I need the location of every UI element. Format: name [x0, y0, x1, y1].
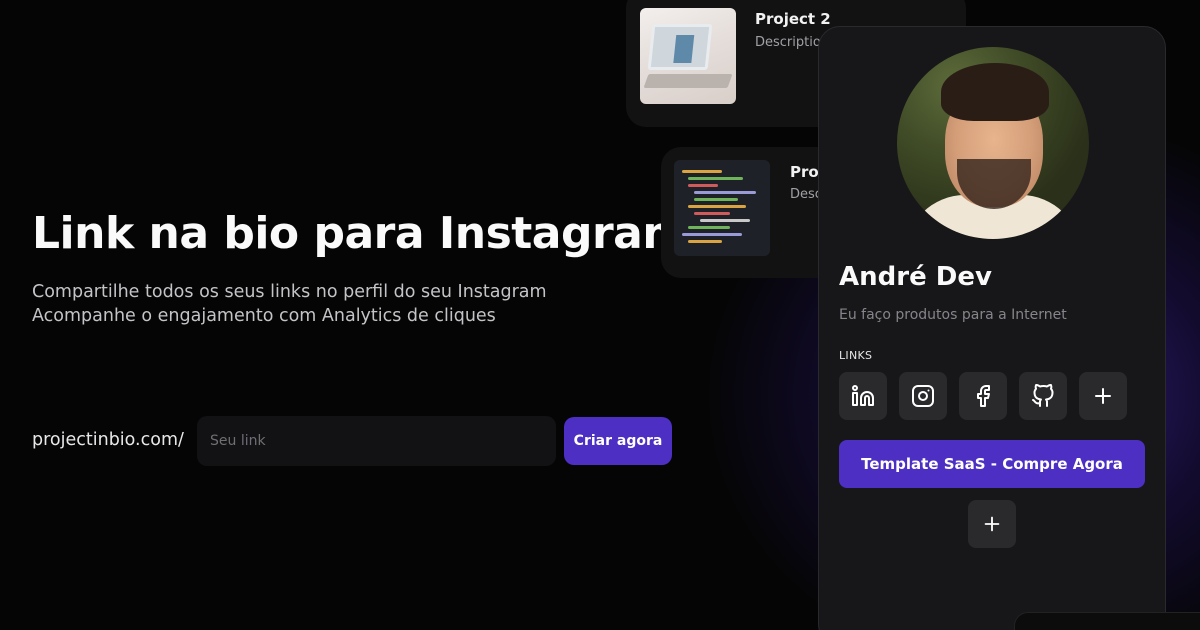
social-links-row [839, 372, 1127, 420]
profile-preview-card: André Dev Eu faço produtos para a Intern… [818, 26, 1166, 630]
project-title: Project 2 [755, 10, 831, 28]
instagram-button[interactable] [899, 372, 947, 420]
facebook-icon [977, 385, 990, 407]
template-saas-button[interactable]: Template SaaS - Compre Agora [839, 440, 1145, 488]
url-prefix: projectinbio.com/ [32, 430, 184, 450]
partial-card [1014, 612, 1200, 630]
links-label: LINKS [839, 349, 873, 362]
hero-title: Link na bio para Instagram [32, 208, 688, 259]
profile-bio: Eu faço produtos para a Internet [839, 307, 1067, 323]
add-link-button[interactable] [968, 500, 1016, 548]
hero-subtitle: Compartilhe todos os seus links no perfi… [32, 280, 632, 328]
github-icon [1032, 384, 1054, 407]
plus-icon [984, 516, 1000, 532]
hero-subtitle-line-1: Compartilhe todos os seus links no perfi… [32, 282, 547, 302]
facebook-button[interactable] [959, 372, 1007, 420]
project-thumbnail-laptop [640, 8, 736, 104]
instagram-icon [912, 385, 934, 407]
github-button[interactable] [1019, 372, 1067, 420]
add-social-button[interactable] [1079, 372, 1127, 420]
plus-icon [1095, 388, 1111, 404]
avatar [897, 47, 1089, 239]
project-thumbnail-code [674, 160, 770, 256]
hero-subtitle-line-2: Acompanhe o engajamento com Analytics de… [32, 306, 496, 326]
profile-name: André Dev [839, 262, 992, 292]
link-input[interactable] [197, 416, 556, 466]
linkedin-icon [852, 385, 874, 406]
linkedin-button[interactable] [839, 372, 887, 420]
create-now-button[interactable]: Criar agora [564, 417, 672, 465]
